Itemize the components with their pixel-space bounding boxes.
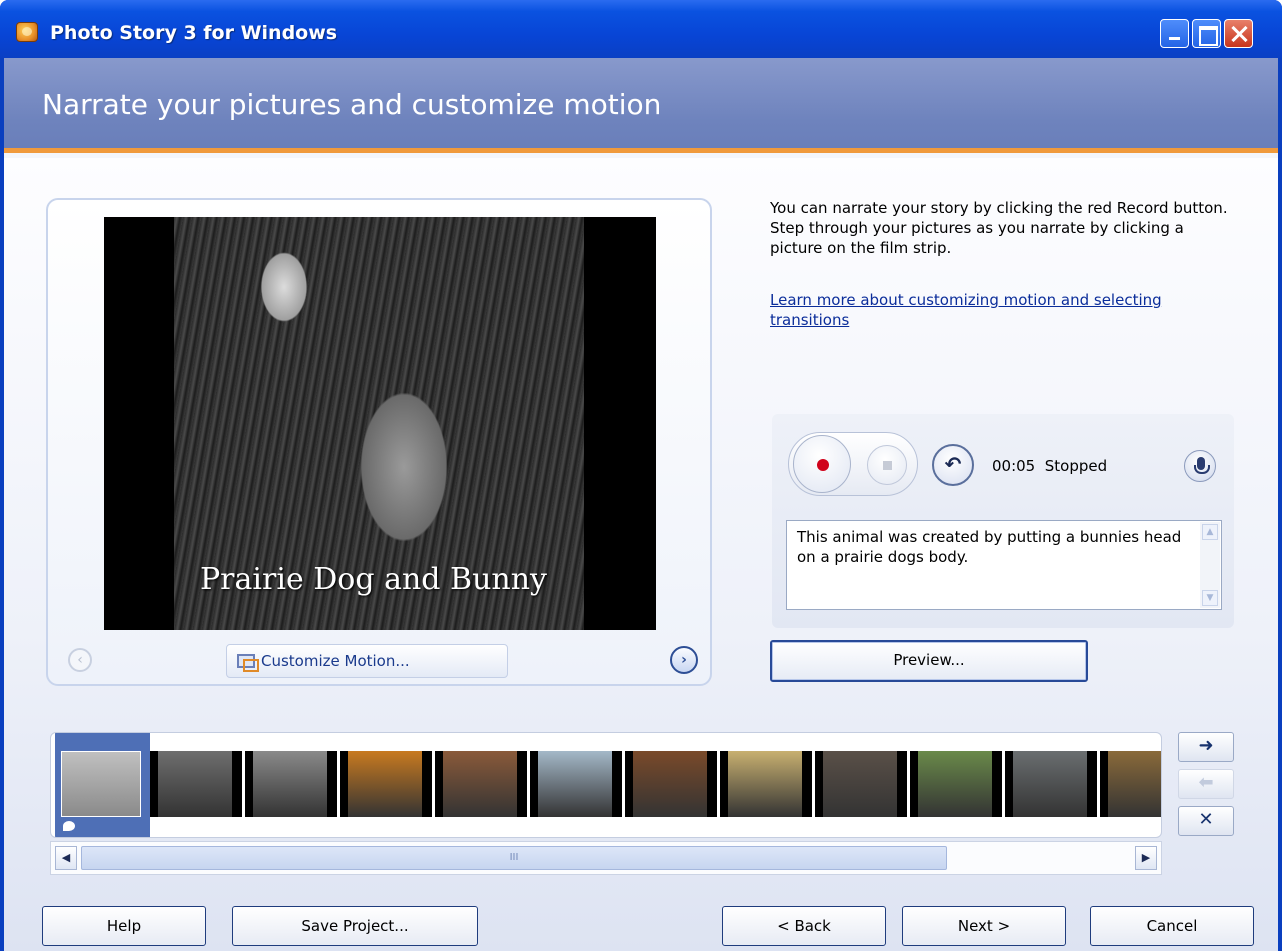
filmstrip-thumbnail[interactable] <box>910 751 1002 817</box>
preview-image: Prairie Dog and Bunny <box>104 217 656 630</box>
customize-motion-label: Customize Motion... <box>261 652 410 670</box>
title-bar[interactable]: Photo Story 3 for Windows <box>0 0 1282 58</box>
thumbnail-image <box>348 751 422 817</box>
narration-time: 00:05 Stopped <box>992 457 1108 475</box>
undo-narration-icon[interactable]: ↶ <box>932 444 974 486</box>
next-button[interactable]: Next > <box>902 906 1066 946</box>
notes-scrollbar[interactable]: ▲ ▼ <box>1200 522 1220 608</box>
scrollbar-thumb[interactable]: III <box>81 846 947 870</box>
thumbnail-image <box>1108 751 1161 817</box>
cancel-button[interactable]: Cancel <box>1090 906 1254 946</box>
filmstrip-thumbnail[interactable] <box>1005 751 1097 817</box>
filmstrip-thumbnail[interactable] <box>625 751 717 817</box>
scroll-right-icon[interactable]: ▶ <box>1135 846 1157 870</box>
record-controls <box>788 432 918 496</box>
thumbnail-image <box>918 751 992 817</box>
narration-indicator-icon <box>63 821 75 831</box>
customize-motion-icon <box>237 654 259 672</box>
thumbnail-image <box>633 751 707 817</box>
move-left-arrow-icon[interactable]: ⬅ <box>1178 769 1234 799</box>
save-project-button[interactable]: Save Project... <box>232 906 478 946</box>
filmstrip-thumbnail[interactable] <box>720 751 812 817</box>
narration-panel: ↶ 00:05 Stopped This animal was created … <box>772 414 1234 628</box>
thumbnail-image <box>728 751 802 817</box>
window-title: Photo Story 3 for Windows <box>50 22 338 44</box>
photo-story-app-icon[interactable] <box>16 22 38 42</box>
back-button[interactable]: < Back <box>722 906 886 946</box>
preview-panel: Prairie Dog and Bunny ‹ Customize Motion… <box>46 198 712 686</box>
stop-button[interactable] <box>867 445 907 485</box>
filmstrip-thumbnail[interactable] <box>530 751 622 817</box>
learn-more-link[interactable]: Learn more about customizing motion and … <box>770 290 1230 330</box>
chevron-right-icon[interactable]: › <box>670 646 698 674</box>
scroll-left-icon[interactable]: ◀ <box>55 846 77 870</box>
app-window: Photo Story 3 for Windows Narrate your p… <box>0 0 1282 951</box>
chevron-left-icon[interactable]: ‹ <box>68 648 92 672</box>
instructions-text: You can narrate your story by clicking t… <box>770 199 1228 257</box>
filmstrip-thumbnail[interactable] <box>815 751 907 817</box>
filmstrip-scrollbar[interactable]: ◀ III ▶ <box>50 841 1162 875</box>
scroll-down-icon[interactable]: ▼ <box>1202 590 1218 606</box>
filmstrip-thumbnail[interactable] <box>435 751 527 817</box>
preview-button[interactable]: Preview... <box>770 640 1088 682</box>
record-button[interactable] <box>793 435 851 493</box>
narration-notes-text: This animal was created by putting a bun… <box>797 528 1182 566</box>
scroll-up-icon[interactable]: ▲ <box>1202 524 1218 540</box>
help-button[interactable]: Help <box>42 906 206 946</box>
thumbnail-image <box>443 751 517 817</box>
thumbnail-image <box>61 751 141 817</box>
filmstrip-thumbnail[interactable] <box>150 751 242 817</box>
move-right-arrow-icon[interactable]: ➜ <box>1178 732 1234 762</box>
filmstrip <box>50 732 1162 838</box>
header-band: Narrate your pictures and customize moti… <box>4 58 1278 153</box>
microphone-icon[interactable] <box>1184 450 1216 482</box>
page-title: Narrate your pictures and customize moti… <box>42 88 662 121</box>
thumbnail-image <box>1013 751 1087 817</box>
remove-picture-icon[interactable]: ✕ <box>1178 806 1234 836</box>
filmstrip-thumbnail[interactable] <box>1100 751 1161 817</box>
maximize-button[interactable] <box>1192 19 1221 48</box>
filmstrip-thumbnail[interactable] <box>55 733 150 837</box>
thumbnail-image <box>823 751 897 817</box>
thumbnail-image <box>253 751 327 817</box>
close-button[interactable] <box>1224 19 1253 48</box>
filmstrip-thumbnail[interactable] <box>245 751 337 817</box>
thumbnail-image <box>158 751 232 817</box>
thumbnail-image <box>538 751 612 817</box>
client-area: Narrate your pictures and customize moti… <box>4 58 1278 951</box>
photo-caption: Prairie Dog and Bunny <box>200 562 547 597</box>
narration-notes-textbox[interactable]: This animal was created by putting a bun… <box>786 520 1222 610</box>
customize-motion-button[interactable]: Customize Motion... <box>226 644 508 678</box>
filmstrip-thumbnail[interactable] <box>340 751 432 817</box>
minimize-button[interactable] <box>1160 19 1189 48</box>
